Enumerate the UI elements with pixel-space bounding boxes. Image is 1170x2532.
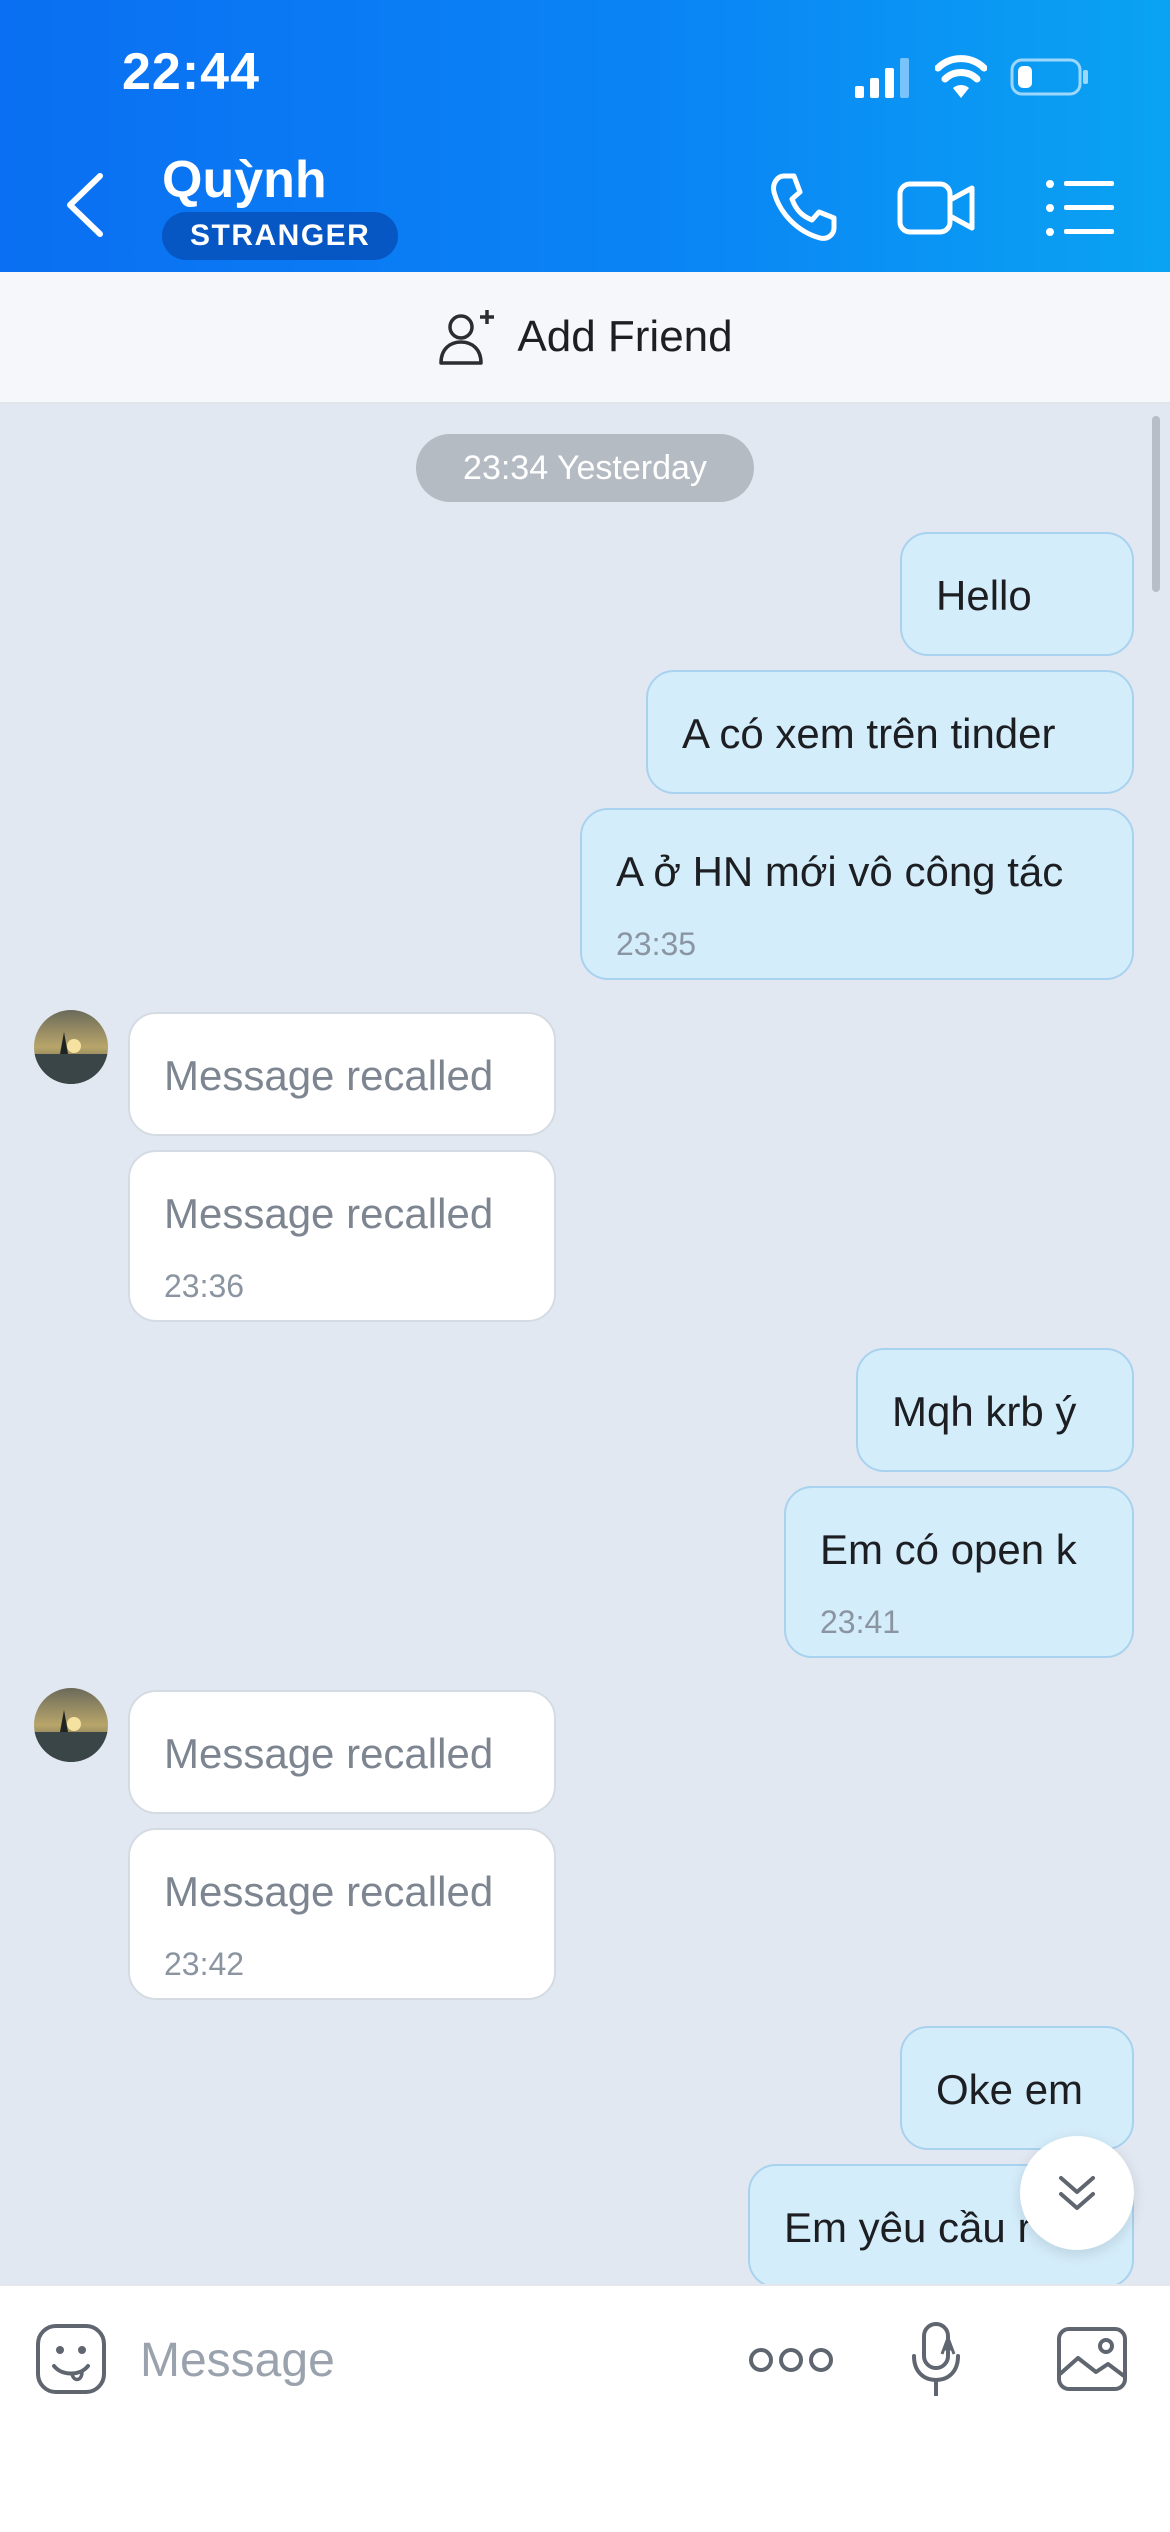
message-time: 23:36 xyxy=(164,1268,245,1304)
wifi-icon xyxy=(935,55,987,98)
message-input[interactable] xyxy=(140,2324,700,2396)
contact-avatar[interactable] xyxy=(34,1688,108,1762)
outgoing-message[interactable]: Mqh krb ý xyxy=(856,1348,1134,1472)
add-person-icon xyxy=(439,310,495,365)
recalled-message[interactable]: Message recalled xyxy=(128,1690,556,1814)
scroll-to-bottom-button[interactable] xyxy=(1020,2136,1134,2250)
message-time: 23:42 xyxy=(164,1946,245,1982)
contact-name[interactable]: Quỳnh xyxy=(162,150,327,210)
date-divider: 23:34 Yesterday xyxy=(416,434,754,502)
outgoing-message[interactable]: Oke em xyxy=(900,2026,1134,2150)
battery-icon xyxy=(1010,58,1088,96)
recalled-message[interactable]: Message recalled 23:42 xyxy=(128,1828,556,2000)
phone-icon[interactable] xyxy=(762,168,842,248)
recalled-message[interactable]: Message recalled 23:36 xyxy=(128,1150,556,1322)
add-friend-button[interactable]: Add Friend xyxy=(0,272,1170,404)
menu-icon[interactable] xyxy=(1040,168,1120,248)
message-composer xyxy=(0,2284,1170,2532)
sticker-icon[interactable] xyxy=(34,2322,108,2396)
stranger-badge: STRANGER xyxy=(162,212,399,260)
chat-scrollbar[interactable] xyxy=(1152,416,1160,592)
message-time: 23:41 xyxy=(820,1604,901,1640)
outgoing-message[interactable]: A có xem trên tinder xyxy=(646,670,1134,794)
image-gallery-icon[interactable] xyxy=(1056,2326,1128,2392)
voice-to-text-icon[interactable] xyxy=(908,2320,964,2402)
cellular-signal-icon xyxy=(855,58,909,98)
double-chevron-down-icon xyxy=(1059,2176,1095,2210)
back-icon[interactable] xyxy=(60,168,110,242)
status-time: 22:44 xyxy=(122,43,260,101)
more-options-icon[interactable] xyxy=(748,2342,834,2378)
outgoing-message[interactable]: Em có open k 23:41 xyxy=(784,1486,1134,1658)
message-time: 23:35 xyxy=(616,926,697,962)
chat-header: 22:44 Quỳnh STRANGER xyxy=(0,0,1170,272)
contact-avatar[interactable] xyxy=(34,1010,108,1084)
recalled-message[interactable]: Message recalled xyxy=(128,1012,556,1136)
outgoing-message[interactable]: A ở HN mới vô công tác 23:35 xyxy=(580,808,1134,980)
outgoing-message[interactable]: Hello xyxy=(900,532,1134,656)
video-call-icon[interactable] xyxy=(896,168,976,248)
add-friend-label: Add Friend xyxy=(517,312,733,361)
